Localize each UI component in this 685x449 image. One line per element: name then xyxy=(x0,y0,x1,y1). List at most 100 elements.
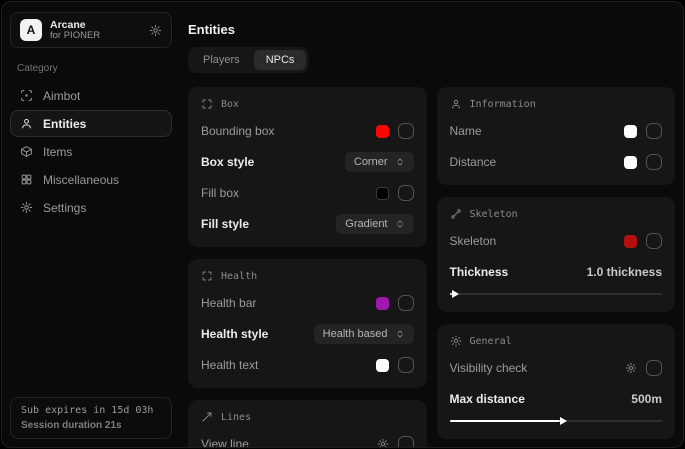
card-title: General xyxy=(470,336,512,347)
grid-icon xyxy=(20,173,33,186)
box-select-icon xyxy=(201,98,213,110)
card-title: Skeleton xyxy=(470,209,518,220)
color-swatch[interactable] xyxy=(376,359,389,372)
checkbox[interactable] xyxy=(646,360,662,376)
tab-npcs[interactable]: NPCs xyxy=(254,50,307,70)
slider-track[interactable] xyxy=(450,293,663,295)
sidebar-item-aimbot[interactable]: Aimbot xyxy=(10,82,172,109)
health-card: Health Health bar Health style Health ba… xyxy=(188,259,427,388)
slider-fill xyxy=(450,420,561,422)
color-swatch[interactable] xyxy=(376,125,389,138)
card-header: Health xyxy=(201,270,414,282)
user-icon xyxy=(20,117,33,130)
box-select-icon xyxy=(201,270,213,282)
setting-label: Fill box xyxy=(201,186,239,200)
checkbox[interactable] xyxy=(646,154,662,170)
checkbox[interactable] xyxy=(398,123,414,139)
setting-row-box-style: Box style Corner xyxy=(201,152,414,172)
checkbox[interactable] xyxy=(646,123,662,139)
entity-type-tabs: Players NPCs xyxy=(188,47,309,73)
sidebar-item-label: Items xyxy=(43,145,72,159)
tab-players[interactable]: Players xyxy=(191,50,252,70)
left-column: Box Bounding box Box style Corner xyxy=(188,87,427,448)
max-distance-slider[interactable] xyxy=(450,416,663,426)
gear-icon[interactable] xyxy=(149,24,162,37)
setting-row-view-line: View line xyxy=(201,434,414,448)
card-header: Lines xyxy=(201,411,414,423)
app-title-block: Arcane for PIONER xyxy=(50,19,100,42)
setting-row-visibility-check: Visibility check xyxy=(450,358,663,378)
slider-handle[interactable] xyxy=(560,417,567,425)
chevrons-up-down-icon xyxy=(395,157,405,167)
general-card: General Visibility check Max distance xyxy=(437,324,676,439)
bone-icon xyxy=(450,208,462,220)
card-title: Lines xyxy=(221,412,251,423)
app-name: Arcane xyxy=(50,19,100,31)
sidebar-item-label: Entities xyxy=(43,117,86,131)
sidebar-item-miscellaneous[interactable]: Miscellaneous xyxy=(10,166,172,193)
sidebar-item-label: Settings xyxy=(43,201,86,215)
gear-icon[interactable] xyxy=(625,362,637,374)
card-header: Information xyxy=(450,98,663,110)
chevrons-up-down-icon xyxy=(395,219,405,229)
color-swatch[interactable] xyxy=(376,297,389,310)
slider-handle[interactable] xyxy=(452,290,459,298)
thickness-slider[interactable] xyxy=(450,289,663,299)
lines-card: Lines View line Line to enemy xyxy=(188,400,427,448)
skeleton-card: Skeleton Skeleton Thickness 1.0 thicknes… xyxy=(437,197,676,312)
checkbox[interactable] xyxy=(398,357,414,373)
sidebar-item-entities[interactable]: Entities xyxy=(10,110,172,137)
max-distance-value: 500m xyxy=(631,392,662,406)
gear-icon[interactable] xyxy=(377,438,389,448)
user-icon xyxy=(450,98,462,110)
box-style-dropdown[interactable]: Corner xyxy=(345,152,414,172)
sidebar-item-label: Miscellaneous xyxy=(43,173,119,187)
setting-label: Max distance xyxy=(450,392,525,406)
category-label: Category xyxy=(17,63,172,74)
setting-label: Health bar xyxy=(201,296,256,310)
package-icon xyxy=(20,145,33,158)
sidebar-header: A Arcane for PIONER xyxy=(10,12,172,48)
setting-row-max-distance: Max distance 500m xyxy=(450,389,663,409)
sidebar: A Arcane for PIONER Category Aimbot xyxy=(10,12,172,439)
setting-label: Health text xyxy=(201,358,258,372)
chevrons-up-down-icon xyxy=(395,329,405,339)
color-swatch[interactable] xyxy=(624,156,637,169)
setting-label: Thickness xyxy=(450,265,509,279)
setting-label: Fill style xyxy=(201,217,249,231)
setting-row-distance: Distance xyxy=(450,152,663,172)
color-swatch[interactable] xyxy=(624,235,637,248)
sidebar-item-items[interactable]: Items xyxy=(10,138,172,165)
sidebar-item-label: Aimbot xyxy=(43,89,80,103)
setting-label: Name xyxy=(450,124,482,138)
dropdown-value: Gradient xyxy=(345,218,387,230)
setting-row-thickness: Thickness 1.0 thickness xyxy=(450,262,663,282)
color-swatch[interactable] xyxy=(376,187,389,200)
setting-row-skeleton: Skeleton xyxy=(450,231,663,251)
slider-fill xyxy=(450,293,452,295)
app-logo: A xyxy=(20,19,42,41)
main-content: Entities Players NPCs Box Bounding box xyxy=(188,2,675,448)
page-title: Entities xyxy=(188,22,675,37)
health-style-dropdown[interactable]: Health based xyxy=(314,324,414,344)
card-header: General xyxy=(450,335,663,347)
card-title: Box xyxy=(221,99,239,110)
setting-row-name: Name xyxy=(450,121,663,141)
color-swatch[interactable] xyxy=(624,125,637,138)
checkbox[interactable] xyxy=(398,185,414,201)
settings-columns: Box Bounding box Box style Corner xyxy=(188,87,675,448)
setting-label: Skeleton xyxy=(450,234,497,248)
sidebar-item-settings[interactable]: Settings xyxy=(10,194,172,221)
setting-label: Distance xyxy=(450,155,497,169)
app-window: A Arcane for PIONER Category Aimbot xyxy=(1,1,684,448)
fill-style-dropdown[interactable]: Gradient xyxy=(336,214,413,234)
dropdown-value: Health based xyxy=(323,328,388,340)
card-title: Health xyxy=(221,271,257,282)
checkbox[interactable] xyxy=(398,295,414,311)
checkbox[interactable] xyxy=(398,436,414,448)
diagonal-line-icon xyxy=(201,411,213,423)
box-card: Box Bounding box Box style Corner xyxy=(188,87,427,247)
setting-row-health-style: Health style Health based xyxy=(201,324,414,344)
checkbox[interactable] xyxy=(646,233,662,249)
session-duration-text: Session duration 21s xyxy=(21,420,161,431)
